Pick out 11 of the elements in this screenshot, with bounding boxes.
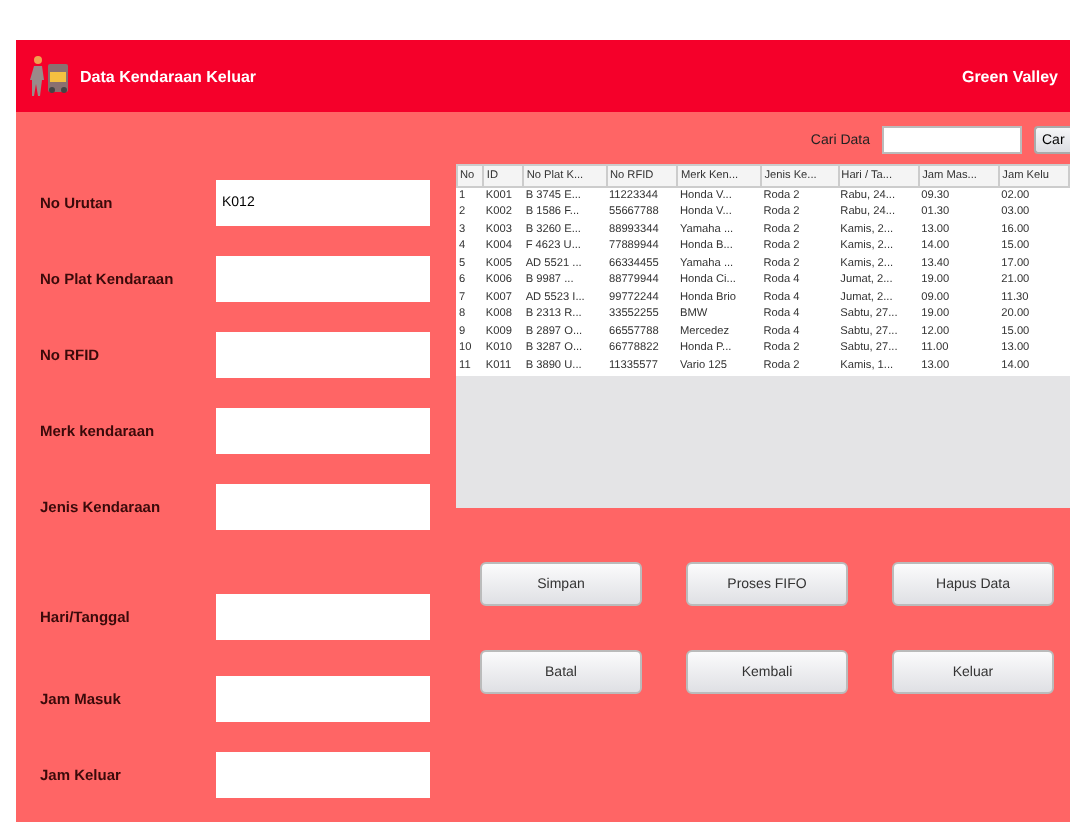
search-field[interactable] — [882, 126, 1022, 154]
input-field[interactable] — [216, 751, 430, 797]
input-field[interactable] — [216, 483, 430, 529]
input-field[interactable] — [216, 593, 430, 639]
input-field[interactable] — [216, 675, 430, 721]
input-field[interactable] — [216, 407, 430, 453]
input-field[interactable] — [216, 255, 430, 301]
window-title: Data Kendaraan Keluar — [80, 67, 257, 85]
input-field[interactable] — [216, 331, 430, 377]
person-car-icon — [28, 54, 72, 98]
brand-label: Green Valley — [961, 67, 1058, 85]
